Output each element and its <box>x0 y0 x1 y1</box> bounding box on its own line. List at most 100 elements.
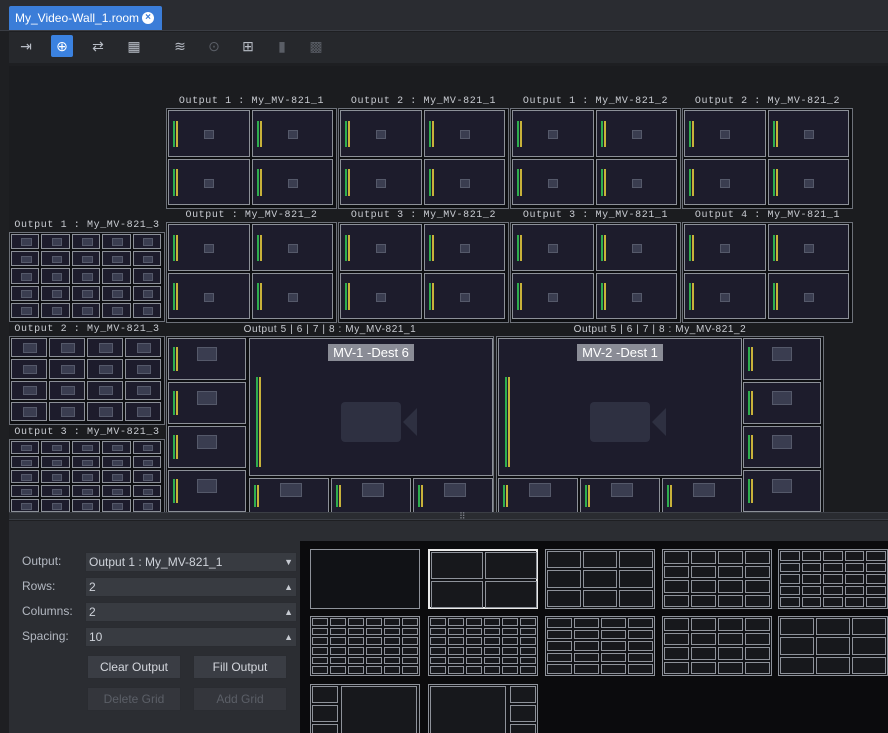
tile[interactable] <box>168 272 250 319</box>
tile[interactable] <box>251 224 333 271</box>
tile[interactable] <box>580 478 660 512</box>
tile[interactable] <box>767 158 849 205</box>
spinner-icon[interactable]: ▲ <box>284 628 293 646</box>
close-icon[interactable]: × <box>142 12 154 24</box>
tile[interactable] <box>168 110 250 157</box>
tile[interactable] <box>102 285 131 301</box>
tile[interactable] <box>11 455 40 469</box>
tile[interactable] <box>49 359 85 379</box>
tile[interactable] <box>340 224 422 271</box>
swap-icon[interactable]: ⇄ <box>87 35 109 57</box>
delete-grid-button[interactable]: Delete Grid <box>87 687 181 711</box>
tile[interactable] <box>125 401 161 421</box>
tile[interactable] <box>512 272 594 319</box>
panel-splitter[interactable]: ⠿ <box>9 511 888 521</box>
tile[interactable] <box>743 426 821 468</box>
tile[interactable] <box>41 285 70 301</box>
tile[interactable] <box>71 251 101 267</box>
tile[interactable] <box>102 302 131 318</box>
tile[interactable] <box>71 268 101 284</box>
output-panel[interactable]: Output 3 : My_MV-821_2 <box>338 209 509 323</box>
tile[interactable] <box>595 224 677 271</box>
tile[interactable] <box>423 224 505 271</box>
tile[interactable] <box>41 251 70 267</box>
output-panel[interactable]: Output 2 : My_MV-821_1 <box>338 95 509 209</box>
tile[interactable] <box>168 158 250 205</box>
clear-output-button[interactable]: Clear Output <box>87 655 181 679</box>
tile[interactable] <box>168 338 246 380</box>
tile[interactable] <box>595 158 677 205</box>
main-tile[interactable]: MV-1 -Dest 6 <box>249 338 493 476</box>
tile[interactable] <box>87 401 123 421</box>
output-panel[interactable]: Output 3 : My_MV-821_1 <box>510 209 681 323</box>
tile[interactable] <box>49 380 85 400</box>
tile[interactable] <box>11 484 40 498</box>
fill-output-button[interactable]: Fill Output <box>193 655 287 679</box>
output-select[interactable]: Output 1 : My_MV-821_1 ▼ <box>85 552 297 572</box>
tile[interactable] <box>662 478 742 512</box>
layout-icon[interactable]: ▩ <box>305 35 327 57</box>
zoom-icon[interactable]: ⊙ <box>203 35 225 57</box>
layout-template[interactable] <box>662 549 772 609</box>
tile[interactable] <box>251 272 333 319</box>
layout-template[interactable] <box>428 616 538 676</box>
tile[interactable] <box>331 478 411 512</box>
output-panel[interactable]: Output 2 : My_MV-821_3 <box>9 323 165 425</box>
tile[interactable] <box>168 382 246 424</box>
tile[interactable] <box>251 110 333 157</box>
layout-template[interactable] <box>545 549 655 609</box>
tile[interactable] <box>595 272 677 319</box>
output-panel[interactable]: Output 5 | 6 | 7 | 8 : My_MV-821_2 MV-2 -… <box>496 323 824 512</box>
tile[interactable] <box>249 478 329 512</box>
tile[interactable] <box>11 470 40 483</box>
room-tab[interactable]: My_Video-Wall_1.room × <box>9 6 162 30</box>
main-tile[interactable]: MV-2 -Dest 1 <box>498 338 742 476</box>
layout-template[interactable] <box>778 616 888 676</box>
rows-spinbox[interactable]: 2 ▲ <box>85 577 297 597</box>
tile[interactable] <box>168 426 246 468</box>
tile[interactable] <box>684 158 766 205</box>
tile[interactable] <box>102 455 131 469</box>
tile[interactable] <box>11 359 47 379</box>
tile[interactable] <box>71 302 101 318</box>
tile[interactable] <box>11 251 40 267</box>
tile[interactable] <box>87 380 123 400</box>
layout-template[interactable] <box>310 684 420 733</box>
tile[interactable] <box>132 251 161 267</box>
tile[interactable] <box>102 268 131 284</box>
tile[interactable] <box>102 484 131 498</box>
tile[interactable] <box>512 224 594 271</box>
tile[interactable] <box>41 499 70 512</box>
tile[interactable] <box>132 268 161 284</box>
tile[interactable] <box>11 234 40 250</box>
output-panel[interactable]: Output : My_MV-821_2 <box>166 209 337 323</box>
tile[interactable] <box>102 499 131 512</box>
tile[interactable] <box>340 110 422 157</box>
spinner-icon[interactable]: ▲ <box>284 578 293 596</box>
video-wall-canvas[interactable]: Output 1 : My_MV-821_1 Output 2 : My_MV-8… <box>9 66 888 512</box>
tile[interactable] <box>41 470 70 483</box>
tile[interactable] <box>102 441 131 454</box>
tile[interactable] <box>251 158 333 205</box>
tile[interactable] <box>41 484 70 498</box>
tile[interactable] <box>340 272 422 319</box>
tile[interactable] <box>595 110 677 157</box>
tile[interactable] <box>132 234 161 250</box>
output-panel[interactable]: Output 3 : My_MV-821_3 <box>9 426 165 512</box>
tile[interactable] <box>102 470 131 483</box>
tile[interactable] <box>132 455 161 469</box>
tile[interactable] <box>132 441 161 454</box>
tile[interactable] <box>49 338 85 358</box>
tile[interactable] <box>743 382 821 424</box>
tile[interactable] <box>71 285 101 301</box>
spacing-spinbox[interactable]: 10 ▲ <box>85 627 297 647</box>
output-panel[interactable]: Output 1 : My_MV-821_3 <box>9 219 165 322</box>
spinner-icon[interactable]: ▲ <box>284 603 293 621</box>
tile[interactable] <box>102 251 131 267</box>
output-panel[interactable]: Output 5 | 6 | 7 | 8 : My_MV-821_1 MV-1 -… <box>166 323 494 512</box>
layout-template[interactable] <box>428 549 538 609</box>
tile[interactable] <box>423 272 505 319</box>
tile[interactable] <box>684 272 766 319</box>
tile[interactable] <box>41 234 70 250</box>
tile[interactable] <box>132 285 161 301</box>
